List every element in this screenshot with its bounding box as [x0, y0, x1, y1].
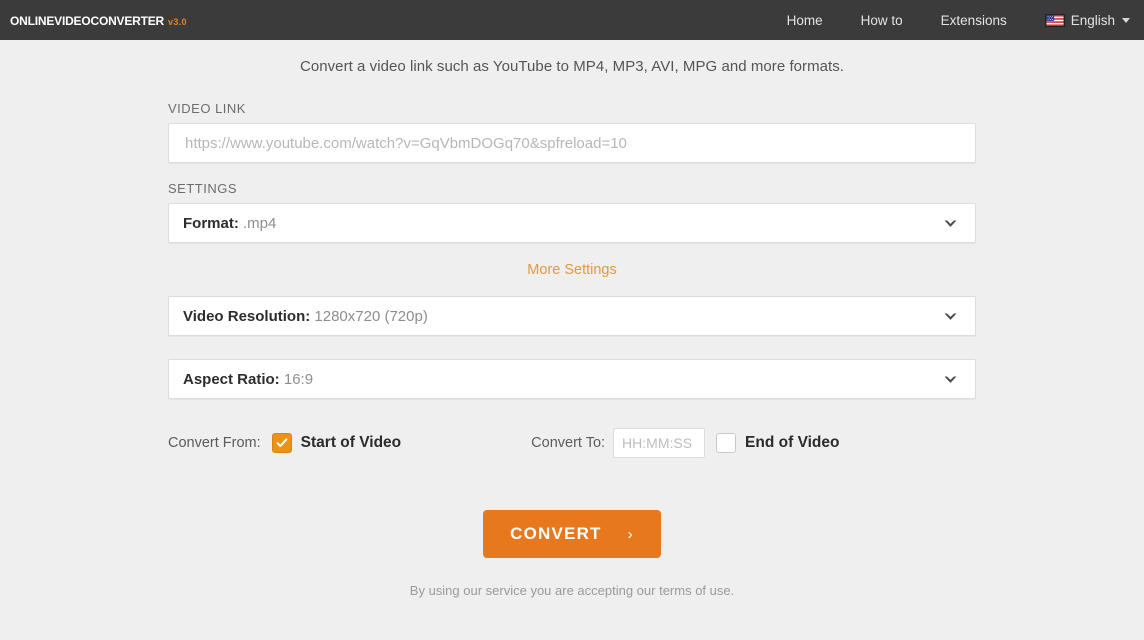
- logo-version: v3.0: [168, 17, 187, 27]
- format-select[interactable]: Format: .mp4: [168, 203, 976, 243]
- more-settings-link[interactable]: More Settings: [527, 262, 616, 278]
- format-select-key: Format:: [183, 214, 239, 232]
- convert-to-group: Convert To: End of Video: [531, 428, 840, 458]
- chevron-down-icon: [1122, 17, 1130, 23]
- video-link-input[interactable]: [183, 133, 961, 153]
- language-selector[interactable]: English: [1044, 12, 1130, 28]
- convert-to-label: Convert To:: [531, 435, 606, 451]
- aspect-ratio-value: 16:9: [283, 370, 314, 388]
- chevron-down-icon: [944, 376, 957, 383]
- page-tagline: Convert a video link such as YouTube to …: [299, 58, 845, 75]
- convert-button[interactable]: CONVERT ›: [483, 510, 661, 558]
- language-label: English: [1070, 12, 1115, 28]
- site-header: OnlineVideoConverter v3.0 Home How to Ex…: [0, 0, 1144, 40]
- end-of-video-label: End of Video: [745, 434, 840, 451]
- nav-item-home[interactable]: Home: [787, 13, 823, 28]
- nav-item-how-to[interactable]: How to: [861, 13, 903, 28]
- convert-from-label: Convert From:: [168, 435, 261, 451]
- video-resolution-key: Video Resolution:: [183, 307, 311, 325]
- chevron-down-icon: [944, 313, 957, 320]
- convert-to-time-input[interactable]: [613, 428, 706, 458]
- settings-label: SETTINGS: [168, 181, 238, 196]
- aspect-ratio-text: Aspect Ratio: 16:9: [183, 371, 313, 388]
- convert-from-group: Convert From: Start of Video: [168, 433, 401, 453]
- video-resolution-select[interactable]: Video Resolution: 1280x720 (720p): [168, 296, 976, 336]
- more-settings-row: More Settings: [168, 243, 976, 296]
- format-select-value: .mp4: [243, 214, 277, 232]
- main-navigation: Home How to Extensions English: [787, 13, 1130, 28]
- format-select-text: Format: .mp4: [183, 215, 276, 232]
- convert-button-row: CONVERT ›: [168, 458, 976, 558]
- nav-item-extensions[interactable]: Extensions: [941, 13, 1007, 28]
- convert-button-label: CONVERT: [510, 524, 602, 543]
- video-link-label: VIDEO LINK: [168, 101, 246, 116]
- video-link-field[interactable]: [168, 123, 976, 163]
- start-of-video-label: Start of Video: [300, 434, 402, 451]
- aspect-ratio-select[interactable]: Aspect Ratio: 16:9: [168, 359, 976, 399]
- video-resolution-value: 1280x720 (720p): [314, 307, 428, 325]
- site-logo[interactable]: OnlineVideoConverter v3.0: [10, 10, 187, 30]
- aspect-ratio-key: Aspect Ratio:: [183, 370, 280, 388]
- terms-text: By using our service you are accepting o…: [409, 583, 735, 598]
- logo-text: OnlineVideoConverter: [10, 10, 165, 29]
- us-flag-icon: [1044, 13, 1065, 27]
- start-of-video-checkbox[interactable]: [271, 433, 292, 453]
- end-of-video-checkbox[interactable]: [716, 433, 737, 453]
- page-body: Convert a video link such as YouTube to …: [0, 40, 1144, 598]
- converter-form: VIDEO LINK SETTINGS Format: .mp4 More Se…: [168, 75, 976, 598]
- convert-range-row: Convert From: Start of Video Convert To:…: [168, 399, 976, 458]
- check-icon: [276, 438, 288, 447]
- video-resolution-text: Video Resolution: 1280x720 (720p): [183, 308, 428, 325]
- chevron-right-icon: ›: [627, 525, 634, 543]
- chevron-down-icon: [944, 220, 957, 227]
